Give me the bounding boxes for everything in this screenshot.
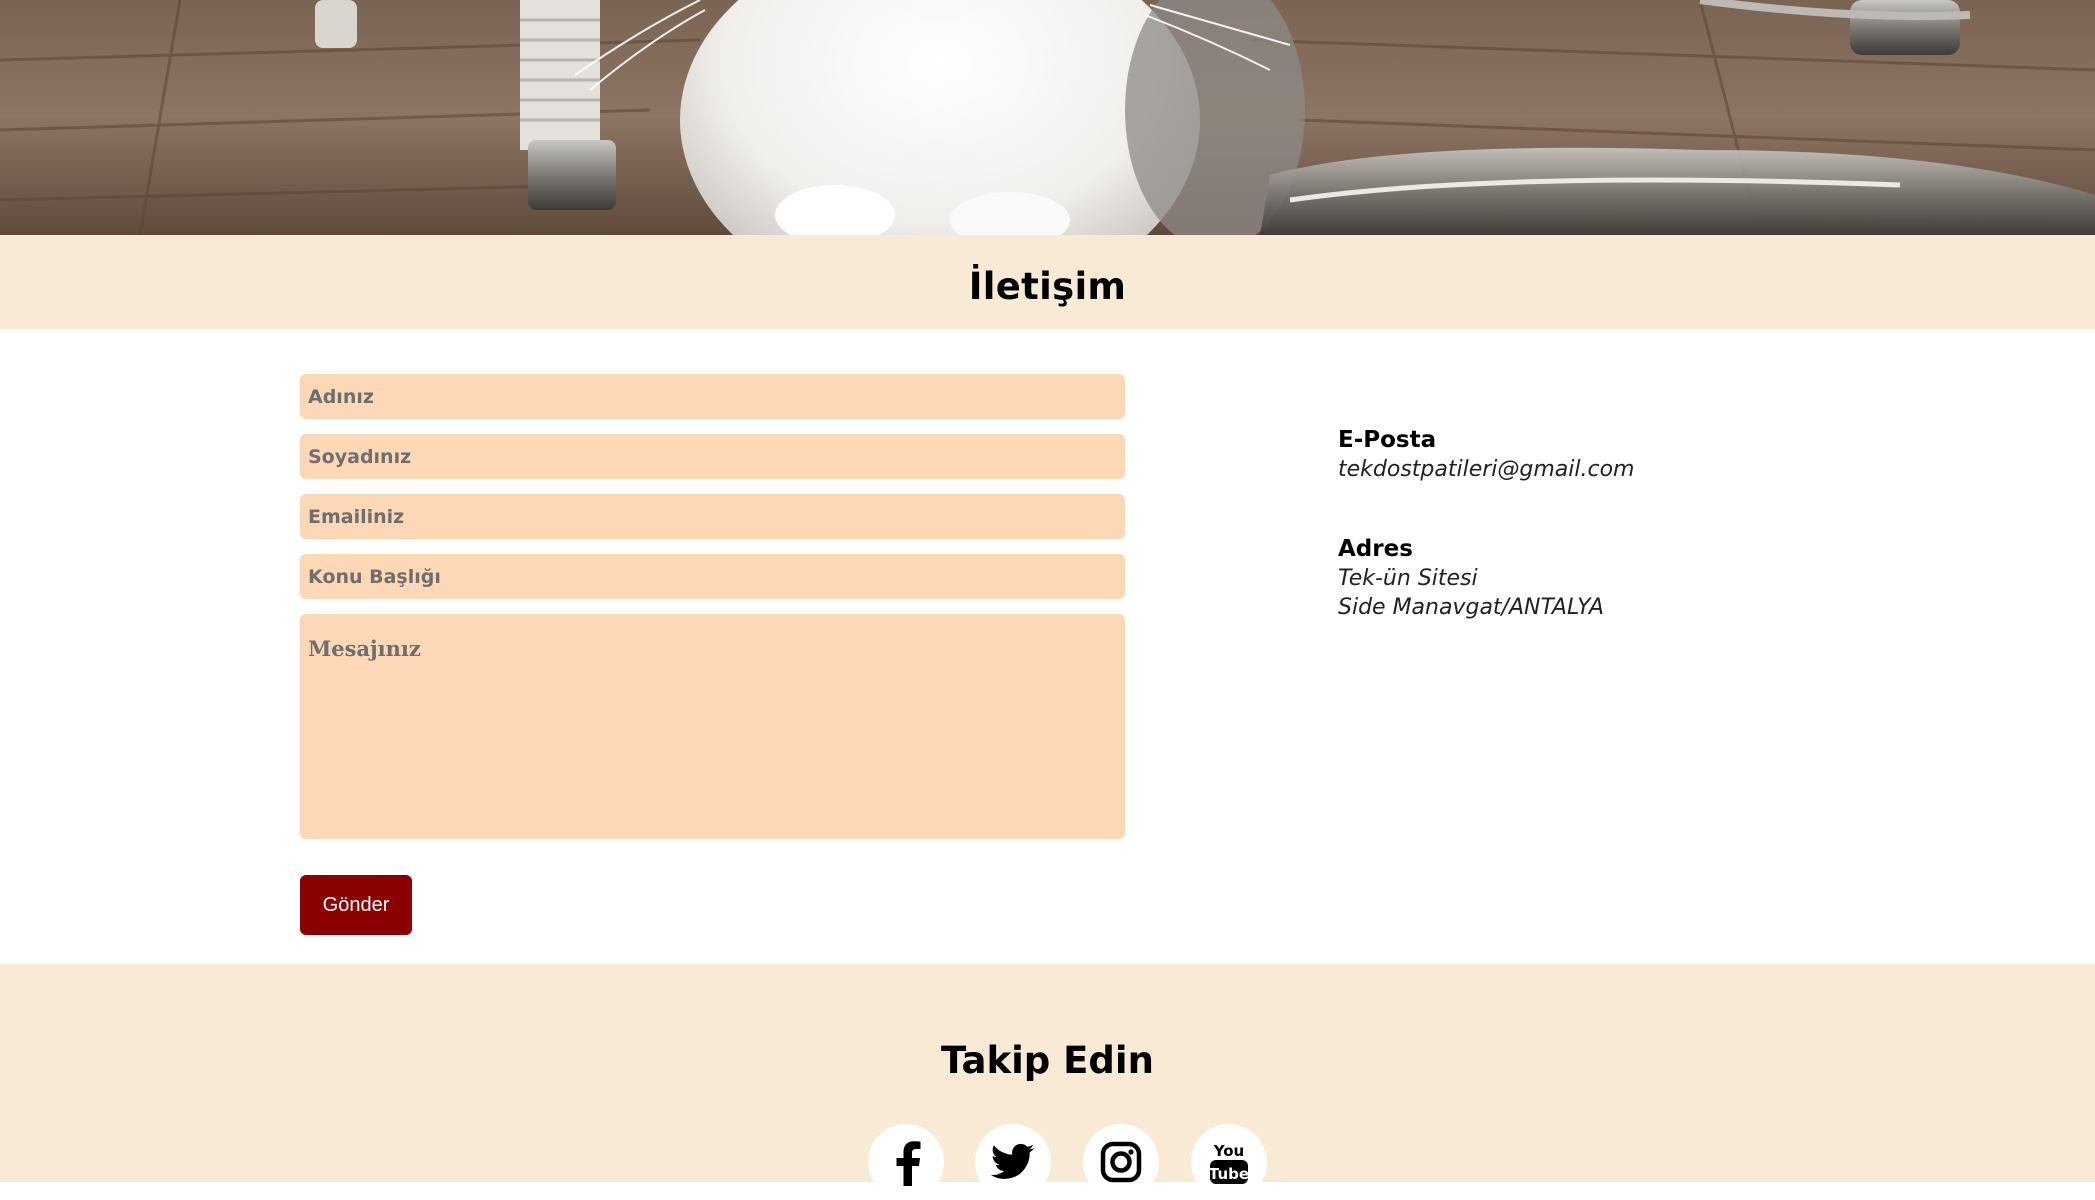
facebook-link[interactable]	[868, 1124, 944, 1200]
youtube-link[interactable]: You Tube	[1191, 1124, 1267, 1200]
message-textarea[interactable]	[300, 614, 1125, 839]
instagram-icon	[1100, 1141, 1142, 1183]
svg-text:You: You	[1213, 1142, 1244, 1160]
email-label: E-Posta	[1338, 427, 1437, 453]
follow-section: Takip Edin You Tube	[0, 964, 2095, 1200]
twitter-icon	[991, 1143, 1035, 1179]
contact-header: İletişim	[0, 235, 2095, 329]
svg-text:Tube: Tube	[1209, 1165, 1249, 1183]
address-label: Adres	[1338, 536, 1413, 562]
address-info: Adres Tek-ün Sitesi Side Manavgat/ANTALY…	[1338, 535, 1604, 622]
email-value: tekdostpatileri@gmail.com	[1338, 457, 1635, 482]
facebook-icon	[896, 1141, 921, 1186]
hero-photo-illustration	[0, 0, 2095, 235]
address-line-2: Side Manavgat/ANTALYA	[1338, 595, 1604, 620]
email-input[interactable]	[300, 494, 1125, 539]
submit-button[interactable]: Gönder	[300, 875, 412, 935]
follow-title: Takip Edin	[941, 1039, 1154, 1082]
instagram-link[interactable]	[1083, 1124, 1159, 1200]
address-line-1: Tek-ün Sitesi	[1338, 566, 1478, 591]
youtube-icon: You Tube	[1209, 1142, 1249, 1184]
subject-input[interactable]	[300, 554, 1125, 599]
page-title: İletişim	[968, 264, 1127, 308]
first-name-input[interactable]	[300, 374, 1125, 419]
email-info: E-Posta tekdostpatileri@gmail.com	[1338, 426, 1634, 484]
hero-image	[0, 0, 2095, 235]
twitter-link[interactable]	[975, 1124, 1051, 1200]
last-name-input[interactable]	[300, 434, 1125, 479]
contact-form	[300, 374, 1125, 839]
